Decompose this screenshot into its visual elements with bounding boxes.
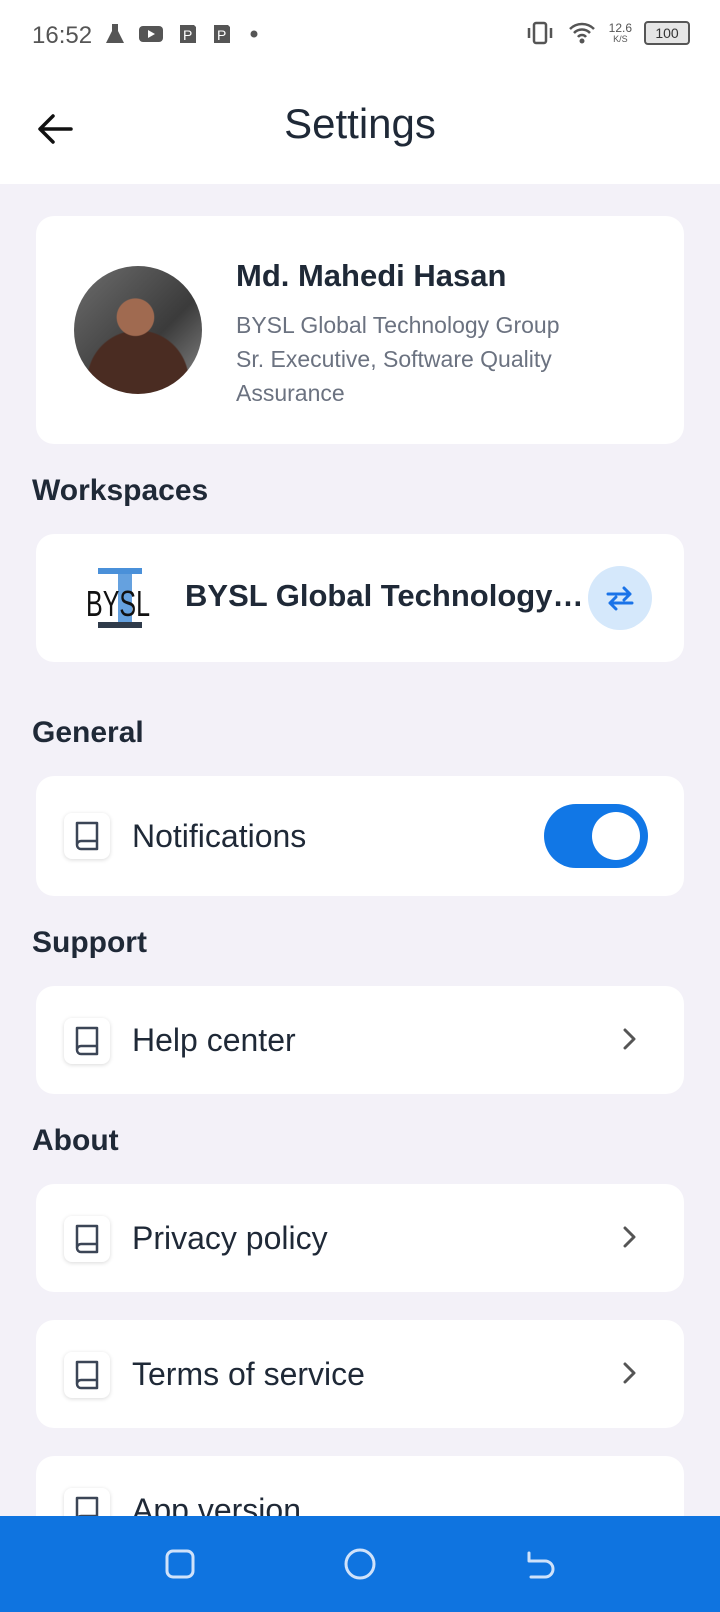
chevron-right-icon <box>614 1222 644 1252</box>
app-p-icon: P <box>214 25 230 43</box>
workspace-logo: BYSL <box>84 566 152 630</box>
swap-arrows-icon <box>606 586 634 611</box>
chevron-right-icon <box>614 1358 644 1388</box>
status-bar: 16:52 P P 12.6 K/S 100 <box>0 0 720 72</box>
toggle-knob <box>592 812 640 860</box>
notifications-toggle[interactable] <box>544 804 648 868</box>
youtube-icon <box>139 26 163 42</box>
svg-text:P: P <box>217 27 226 43</box>
dot-icon <box>250 30 258 38</box>
page-title: Settings <box>284 100 436 147</box>
chevron-right-icon <box>614 1024 644 1054</box>
avatar <box>74 266 202 394</box>
section-title-general: General <box>32 716 144 749</box>
privacy-policy-label: Privacy policy <box>132 1220 328 1256</box>
back-arrow-icon <box>527 1551 555 1579</box>
notifications-label: Notifications <box>132 818 307 854</box>
status-time: 16:52 <box>32 22 93 49</box>
help-center-row[interactable]: Help center <box>36 986 684 1094</box>
profile-role: Sr. Executive, Software Quality Assuranc… <box>236 346 552 406</box>
notifications-row: Notifications <box>36 776 684 896</box>
app-bar: Settings <box>0 72 720 184</box>
book-icon <box>64 1018 110 1064</box>
notification-icons: P P <box>104 22 264 46</box>
recents-button[interactable] <box>160 1544 200 1584</box>
workspace-logo-text: BYSL <box>86 583 150 624</box>
wifi-icon <box>568 22 595 44</box>
section-title-workspaces: Workspaces <box>32 474 209 507</box>
system-nav-bar <box>0 1516 720 1612</box>
book-icon <box>64 813 110 859</box>
book-icon <box>64 1352 110 1398</box>
help-center-label: Help center <box>132 1022 296 1058</box>
back-nav-button[interactable] <box>520 1544 560 1584</box>
home-button[interactable] <box>340 1544 380 1584</box>
vibrate-icon <box>527 21 552 45</box>
section-title-about: About <box>32 1124 119 1157</box>
battery-level: 100 <box>655 25 679 41</box>
netspeed-value: 12.6 <box>608 21 632 35</box>
flask-icon <box>106 24 124 43</box>
circle-icon <box>344 1548 376 1580</box>
profile-company: BYSL Global Technology Group <box>236 312 560 338</box>
profile-name: Md. Mahedi Hasan <box>236 258 507 293</box>
terms-of-service-row[interactable]: Terms of service <box>36 1320 684 1428</box>
app-p-icon: P <box>180 25 196 43</box>
netspeed-unit: K/S <box>613 34 628 44</box>
square-icon <box>165 1549 195 1579</box>
netspeed-indicator: 12.6 K/S <box>609 22 632 44</box>
workspace-name: BYSL Global Technology Group <box>185 578 585 613</box>
switch-workspace-button[interactable] <box>588 566 652 630</box>
terms-of-service-label: Terms of service <box>132 1356 365 1392</box>
section-title-support: Support <box>32 926 147 959</box>
battery-indicator: 100 <box>644 21 690 45</box>
system-icons: 12.6 K/S 100 <box>525 20 690 46</box>
svg-text:P: P <box>183 27 192 43</box>
book-icon <box>64 1216 110 1262</box>
privacy-policy-row[interactable]: Privacy policy <box>36 1184 684 1292</box>
workspace-card[interactable]: BYSL BYSL Global Technology Group <box>36 534 684 662</box>
profile-card[interactable]: Md. Mahedi Hasan BYSL Global Technology … <box>36 216 684 444</box>
profile-details: BYSL Global Technology Group Sr. Executi… <box>236 308 656 410</box>
